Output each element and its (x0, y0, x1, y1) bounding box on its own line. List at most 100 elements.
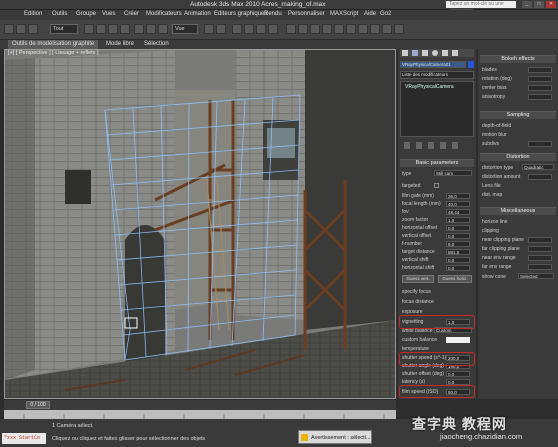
menu-groupe[interactable]: Groupe (76, 11, 96, 17)
zoom-factor-field[interactable]: 1,0 (446, 217, 470, 223)
configure-sets-icon[interactable] (452, 142, 458, 149)
target-distance-field[interactable]: 881,5 (446, 249, 470, 255)
film-gate-field[interactable]: 36,0 (446, 193, 470, 199)
ref-coord-select[interactable]: Vue (172, 24, 198, 34)
scale-icon[interactable] (158, 24, 168, 34)
link-icon[interactable] (28, 24, 38, 34)
render-setup-icon[interactable] (370, 24, 380, 34)
curve-editor-icon[interactable] (334, 24, 344, 34)
rect-selection-icon[interactable] (108, 24, 118, 34)
close-button[interactable]: ✕ (546, 1, 556, 8)
shutter-offset-field[interactable]: 0,0 (446, 371, 470, 377)
near-clip-field[interactable] (528, 237, 552, 243)
render-icon[interactable] (394, 24, 404, 34)
motion-tab-icon[interactable] (432, 50, 438, 56)
guess-horiz-button[interactable]: Guess horiz. (438, 275, 472, 283)
menu-aide[interactable]: Aide (364, 11, 376, 17)
material-editor-icon[interactable] (358, 24, 368, 34)
show-cone-select[interactable]: Selected (518, 273, 554, 279)
targeted-checkbox[interactable] (434, 183, 439, 188)
pin-stack-icon[interactable] (404, 142, 410, 149)
bokeh-blades-field[interactable] (528, 67, 552, 73)
schematic-icon[interactable] (346, 24, 356, 34)
subdivs-field[interactable] (528, 141, 552, 147)
render-frame-icon[interactable] (382, 24, 392, 34)
modify-tab-icon[interactable] (412, 50, 418, 56)
viewport-label[interactable]: [+] [ Perspective ] [ Lissage + reflets … (8, 50, 99, 56)
graphite-icon[interactable] (322, 24, 332, 34)
spinner-snap-icon[interactable] (268, 24, 278, 34)
fov-field[interactable]: 48,44 (446, 209, 470, 215)
warning-taskbar-item[interactable]: Avertissement : sélecti... (298, 430, 372, 444)
modifier-list-select[interactable]: Liste des modificateurs (400, 71, 474, 79)
make-unique-icon[interactable] (428, 142, 434, 149)
undo-icon[interactable] (4, 24, 14, 34)
minimize-button[interactable]: _ (522, 1, 532, 8)
utilities-tab-icon[interactable] (452, 50, 458, 56)
create-tab-icon[interactable] (402, 50, 408, 56)
vertical-shift-field[interactable]: 0,0 (446, 257, 470, 263)
move-icon[interactable] (134, 24, 144, 34)
distortion-amount-field[interactable] (528, 174, 552, 180)
time-slider[interactable]: 0 / 100 (4, 400, 396, 410)
horizontal-offset-field[interactable]: 0,0 (446, 225, 470, 231)
track-bar[interactable] (4, 410, 396, 419)
select-object-icon[interactable] (84, 24, 94, 34)
bokeh-header[interactable]: Bokeh effects (480, 55, 556, 63)
focal-length-field[interactable]: 40,0 (446, 201, 470, 207)
menu-go2[interactable]: Go2 (380, 11, 391, 17)
distortion-header[interactable]: Distortion (480, 153, 556, 161)
menu-personnaliser[interactable]: Personnaliser (288, 11, 325, 17)
percent-snap-icon[interactable] (256, 24, 266, 34)
bokeh-anisotropy-field[interactable] (528, 94, 552, 100)
show-end-result-icon[interactable] (416, 142, 422, 149)
menu-animation[interactable]: Animation (184, 11, 211, 17)
menu-editeurs-graphiques[interactable]: Editeurs graphiques (214, 11, 267, 17)
remove-modifier-icon[interactable] (440, 142, 446, 149)
stack-item[interactable]: VRayPhysicalCamera (405, 84, 454, 90)
guess-vert-button[interactable]: Guess vert. (402, 275, 434, 283)
time-slider-thumb[interactable]: 0 / 100 (26, 401, 50, 409)
menu-outils[interactable]: Outils (52, 11, 67, 17)
angle-snap-icon[interactable] (244, 24, 254, 34)
redo-icon[interactable] (16, 24, 26, 34)
select-by-name-icon[interactable] (96, 24, 106, 34)
manipulate-icon[interactable] (216, 24, 226, 34)
tab-graphite-modeling[interactable]: Outils de modélisation graphite (8, 40, 99, 49)
basic-parameters-header[interactable]: Basic parameters (400, 159, 474, 167)
sampling-header[interactable]: Sampling (480, 111, 556, 119)
tab-freeform[interactable]: Mode libre (102, 40, 138, 49)
menu-edition[interactable]: Edition (24, 11, 42, 17)
maxscript-listener[interactable]: "xxx StartCo (2, 433, 46, 444)
menu-modificateurs[interactable]: Modificateurs (146, 11, 182, 17)
far-env-field[interactable] (528, 264, 552, 270)
far-clip-field[interactable] (528, 246, 552, 252)
tab-selection[interactable]: Sélection (140, 40, 173, 49)
search-input[interactable]: Tapez un mot-clé ou une expression (446, 1, 516, 14)
hierarchy-tab-icon[interactable] (422, 50, 428, 56)
align-icon[interactable] (298, 24, 308, 34)
menu-rendu[interactable]: Rendu (264, 11, 282, 17)
distortion-type-select[interactable]: Quadratic (522, 164, 554, 170)
menu-maxscript[interactable]: MAXScript (330, 11, 358, 17)
bokeh-center-bias-field[interactable] (528, 85, 552, 91)
perspective-viewport[interactable] (4, 49, 396, 399)
menu-vues[interactable]: Vues (102, 11, 115, 17)
horizontal-shift-field[interactable]: 0,0 (446, 265, 470, 271)
maximize-button[interactable]: □ (534, 1, 544, 8)
rotate-icon[interactable] (146, 24, 156, 34)
custom-balance-swatch[interactable] (446, 337, 470, 343)
object-color-swatch[interactable] (468, 61, 474, 68)
display-tab-icon[interactable] (442, 50, 448, 56)
window-crossing-icon[interactable] (120, 24, 130, 34)
snap-icon[interactable] (232, 24, 242, 34)
vertical-offset-field[interactable]: 0,0 (446, 233, 470, 239)
pivot-icon[interactable] (204, 24, 214, 34)
object-name-field[interactable]: VRayPhysicalCamera01 (400, 61, 466, 68)
near-env-field[interactable] (528, 255, 552, 261)
f-number-field[interactable]: 8,0 (446, 241, 470, 247)
misc-header[interactable]: Miscellaneous (480, 207, 556, 215)
type-select[interactable]: Still cam (434, 170, 472, 176)
bokeh-rotation-field[interactable] (528, 76, 552, 82)
mirror-icon[interactable] (286, 24, 296, 34)
